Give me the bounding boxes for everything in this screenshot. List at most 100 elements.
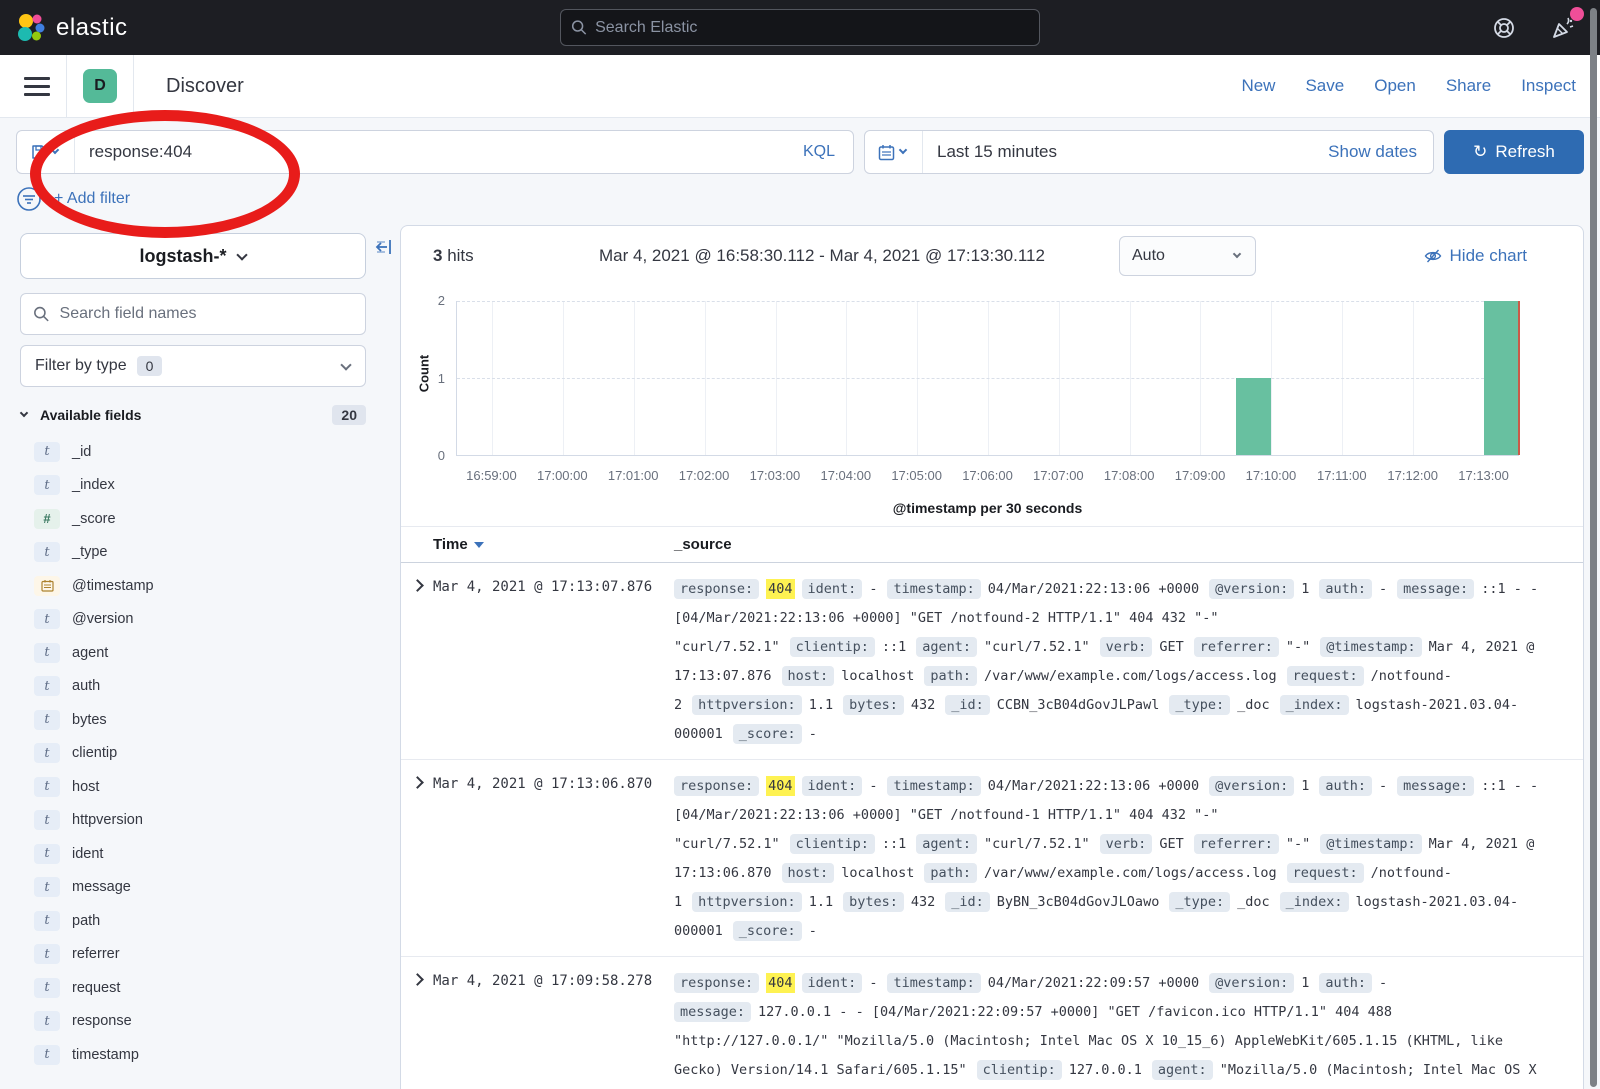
field-item-_index[interactable]: t_index [20,469,380,503]
field-item-agent[interactable]: tagent [20,636,380,670]
available-fields-toggle[interactable]: Available fields 20 [20,405,366,425]
vertical-scrollbar[interactable] [1590,8,1597,1087]
text-field-icon: t [34,743,60,763]
field-name: _id [72,444,91,460]
doc-timestamp: Mar 4, 2021 @ 17:09:58.278 [433,969,674,1089]
source-column-header: _source [674,536,732,553]
table-row: Mar 4, 2021 @ 17:09:58.278response:404id… [401,957,1583,1089]
saved-query-menu-button[interactable] [17,131,75,173]
field-item-_score[interactable]: #_score [20,502,380,536]
field-name: path [72,913,100,929]
query-language-button[interactable]: KQL [785,143,853,161]
field-item-path[interactable]: tpath [20,904,380,938]
show-dates-button[interactable]: Show dates [1328,142,1433,162]
expand-row-button[interactable] [401,772,433,946]
global-search[interactable] [560,9,1040,46]
source-field-value: 04/Mar/2021:22:13:06 +0000 [988,778,1199,794]
source-field-value: 04/Mar/2021:22:13:06 +0000 [988,581,1199,597]
field-item-referrer[interactable]: t referrer [20,938,380,972]
source-field-name: auth: [1319,973,1372,993]
histogram-bar[interactable] [1484,301,1519,455]
source-field-name: ident: [802,973,863,993]
source-field-name: host: [782,666,835,686]
filter-type-count-badge: 0 [137,356,163,376]
menu-icon[interactable] [24,77,50,96]
field-search-input[interactable] [60,305,353,323]
source-field-name: clientip: [790,637,875,657]
y-tick-label: 1 [401,371,445,386]
highlighted-value: 404 [766,579,794,599]
source-field-value: localhost [841,865,914,881]
source-field-name: message: [674,1002,751,1022]
source-field-value: GET [1159,836,1183,852]
field-item-_type[interactable]: t_type [20,536,380,570]
source-field-value: 432 [911,697,935,713]
index-pattern-select[interactable]: logstash-* [20,233,366,279]
field-item-auth[interactable]: tauth [20,670,380,704]
field-item-request[interactable]: trequest [20,971,380,1005]
field-item-clientip[interactable]: tclientip [20,737,380,771]
expand-row-button[interactable] [401,969,433,1089]
source-field-value: 127.0.0.1 [1069,1062,1142,1078]
newsfeed-button[interactable] [1550,15,1576,41]
global-search-input[interactable] [595,19,1029,37]
field-name: _index [72,477,115,493]
time-column-header[interactable]: Time [433,536,674,553]
interval-select[interactable]: Auto [1119,236,1256,276]
field-search[interactable] [20,293,366,335]
x-tick-label: 17:04:00 [820,468,871,483]
chart-plot-area [456,301,1519,456]
field-name: @timestamp [72,578,154,594]
calendar-menu-button[interactable] [865,131,923,173]
filter-menu-icon[interactable] [16,186,42,212]
expand-row-button[interactable] [401,575,433,749]
refresh-button[interactable]: ↻ Refresh [1444,130,1584,174]
source-field-name: message: [1397,776,1474,796]
filter-by-type[interactable]: Filter by type 0 [20,345,366,387]
field-item-_id[interactable]: t_id [20,435,380,469]
field-item-host[interactable]: thost [20,770,380,804]
field-item-response[interactable]: tresponse [20,1005,380,1039]
source-field-name: @version: [1209,579,1294,599]
text-field-icon: t [34,978,60,998]
field-item-httpversion[interactable]: thttpversion [20,804,380,838]
source-field-value: - [809,726,817,742]
source-field-name: path: [924,666,977,686]
discover-app-badge[interactable]: D [83,69,117,103]
text-field-icon: t [34,877,60,897]
field-item-ident[interactable]: tident [20,837,380,871]
time-range-value[interactable]: Last 15 minutes [923,142,1328,162]
table-row: Mar 4, 2021 @ 17:13:07.876response:404id… [401,563,1583,760]
field-item-bytes[interactable]: tbytes [20,703,380,737]
collapse-sidebar-icon[interactable] [374,237,394,257]
field-item-timestamp[interactable]: ttimestamp [20,1038,380,1072]
field-item-message[interactable]: tmessage [20,871,380,905]
new-button[interactable]: New [1241,76,1275,96]
available-fields-count-badge: 20 [332,405,366,425]
source-field-value: localhost [841,668,914,684]
open-button[interactable]: Open [1374,76,1416,96]
add-filter-button[interactable]: + Add filter [54,190,130,208]
histogram-bar[interactable] [1236,378,1271,455]
inspect-button[interactable]: Inspect [1521,76,1576,96]
query-bar: KQL Last 15 minutes Show dates ↻ Refresh [16,130,1584,174]
elastic-logo[interactable]: elastic [16,13,128,43]
field-item-@version[interactable]: t@version [20,603,380,637]
hide-chart-button[interactable]: Hide chart [1424,246,1527,266]
x-tick-label: 17:10:00 [1246,468,1297,483]
source-field-name: _score: [733,921,802,941]
field-name: referrer [72,946,120,962]
text-field-icon: t [34,944,60,964]
source-field-name: ident: [802,776,863,796]
source-field-value: - [1379,778,1387,794]
query-input[interactable] [75,142,785,162]
sort-descending-icon[interactable] [474,542,484,548]
notification-dot [1570,7,1584,21]
source-field-value: _doc [1237,894,1270,910]
share-button[interactable]: Share [1446,76,1491,96]
save-button[interactable]: Save [1305,76,1344,96]
chevron-right-icon [411,579,424,592]
chevron-down-icon [1233,250,1241,258]
field-item-@timestamp[interactable]: @timestamp [20,569,380,603]
help-icon[interactable] [1492,16,1516,40]
